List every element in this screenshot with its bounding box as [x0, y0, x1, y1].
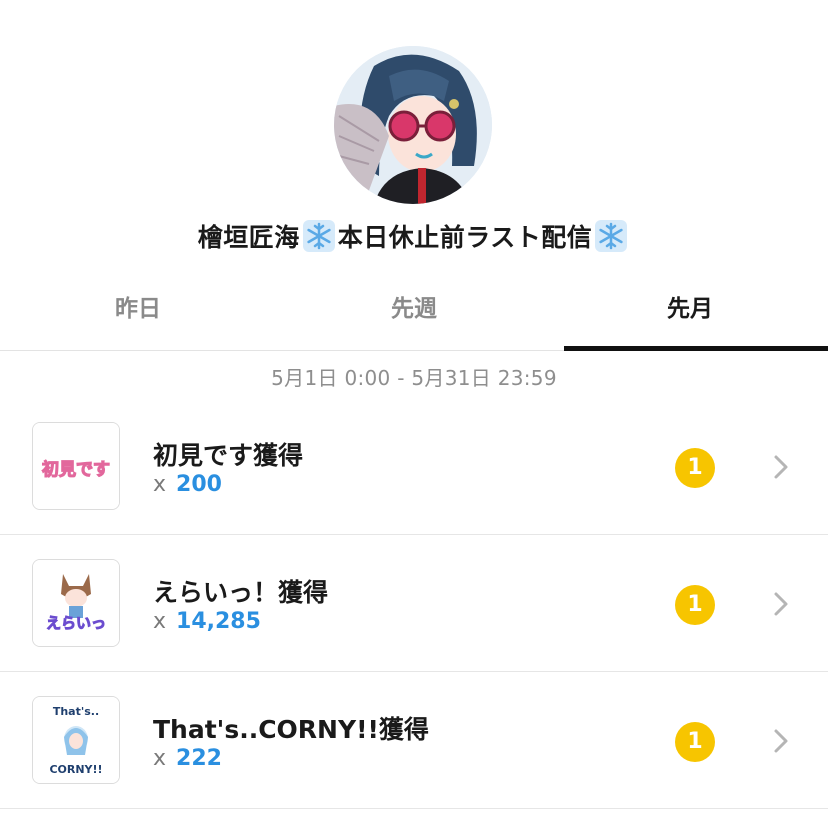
item-count: x 222	[153, 746, 222, 771]
profile-header: 檜垣匠海 本日休止前ラスト配信	[0, 0, 828, 270]
item-name: えらいっ！獲得	[153, 578, 329, 607]
count-prefix: x	[153, 746, 167, 771]
count-value: 14,285	[176, 609, 261, 634]
sticker-thumbnail: That's.. CORNY!!	[32, 696, 120, 784]
sticker-image: That's.. CORNY!!	[33, 697, 119, 783]
date-range: 5月1日 0:00 - 5月31日 23:59	[271, 366, 557, 390]
sticker-thumbnail: 初見です	[32, 422, 120, 510]
chevron-right-icon[interactable]	[770, 589, 792, 619]
item-name: 初見です獲得	[153, 441, 304, 470]
chevron-right-icon[interactable]	[770, 726, 792, 756]
list-item[interactable]: えらいっ えらいっ！獲得 x 14,285 1	[0, 535, 828, 672]
list-item[interactable]: 初見です 初見です獲得 x 200 1	[0, 398, 828, 535]
period-tabs: 昨日 先週 先月	[0, 272, 828, 351]
snowflake-icon	[595, 220, 628, 252]
item-name: That's..CORNY!!獲得	[153, 715, 429, 744]
snowflake-icon	[302, 220, 335, 252]
coin-badge: 1	[675, 585, 715, 625]
list-item[interactable]: That's.. CORNY!! That's..CORNY!!獲得 x 222 …	[0, 672, 828, 809]
tab-last-week[interactable]: 先週	[276, 272, 552, 350]
sticker-label-bottom: CORNY!!	[49, 763, 102, 776]
profile-name: 檜垣匠海	[197, 223, 300, 252]
item-count: x 200	[153, 472, 222, 497]
sticker-image: 初見です	[33, 423, 119, 509]
profile-title: 檜垣匠海 本日休止前ラスト配信	[0, 218, 828, 254]
chevron-right-icon[interactable]	[770, 452, 792, 482]
avatar[interactable]	[334, 46, 492, 204]
count-prefix: x	[153, 609, 167, 634]
sticker-label: 初見です	[42, 459, 110, 480]
item-count: x 14,285	[153, 609, 261, 634]
tab-yesterday[interactable]: 昨日	[0, 272, 276, 350]
count-value: 222	[176, 746, 222, 771]
coin-badge: 1	[675, 722, 715, 762]
sticker-label: えらいっ	[46, 614, 106, 632]
gift-list: 初見です 初見です獲得 x 200 1 えらいっ えらいっ！獲得 x 14,285 …	[0, 398, 828, 809]
count-value: 200	[176, 472, 222, 497]
profile-status: 本日休止前ラスト配信	[337, 223, 593, 252]
sticker-thumbnail: えらいっ	[32, 559, 120, 647]
sticker-image: えらいっ	[33, 560, 119, 646]
sticker-label-top: That's..	[53, 705, 99, 718]
avatar-image	[334, 46, 492, 204]
coin-badge: 1	[675, 448, 715, 488]
count-prefix: x	[153, 472, 167, 497]
tab-last-month[interactable]: 先月	[552, 272, 828, 351]
